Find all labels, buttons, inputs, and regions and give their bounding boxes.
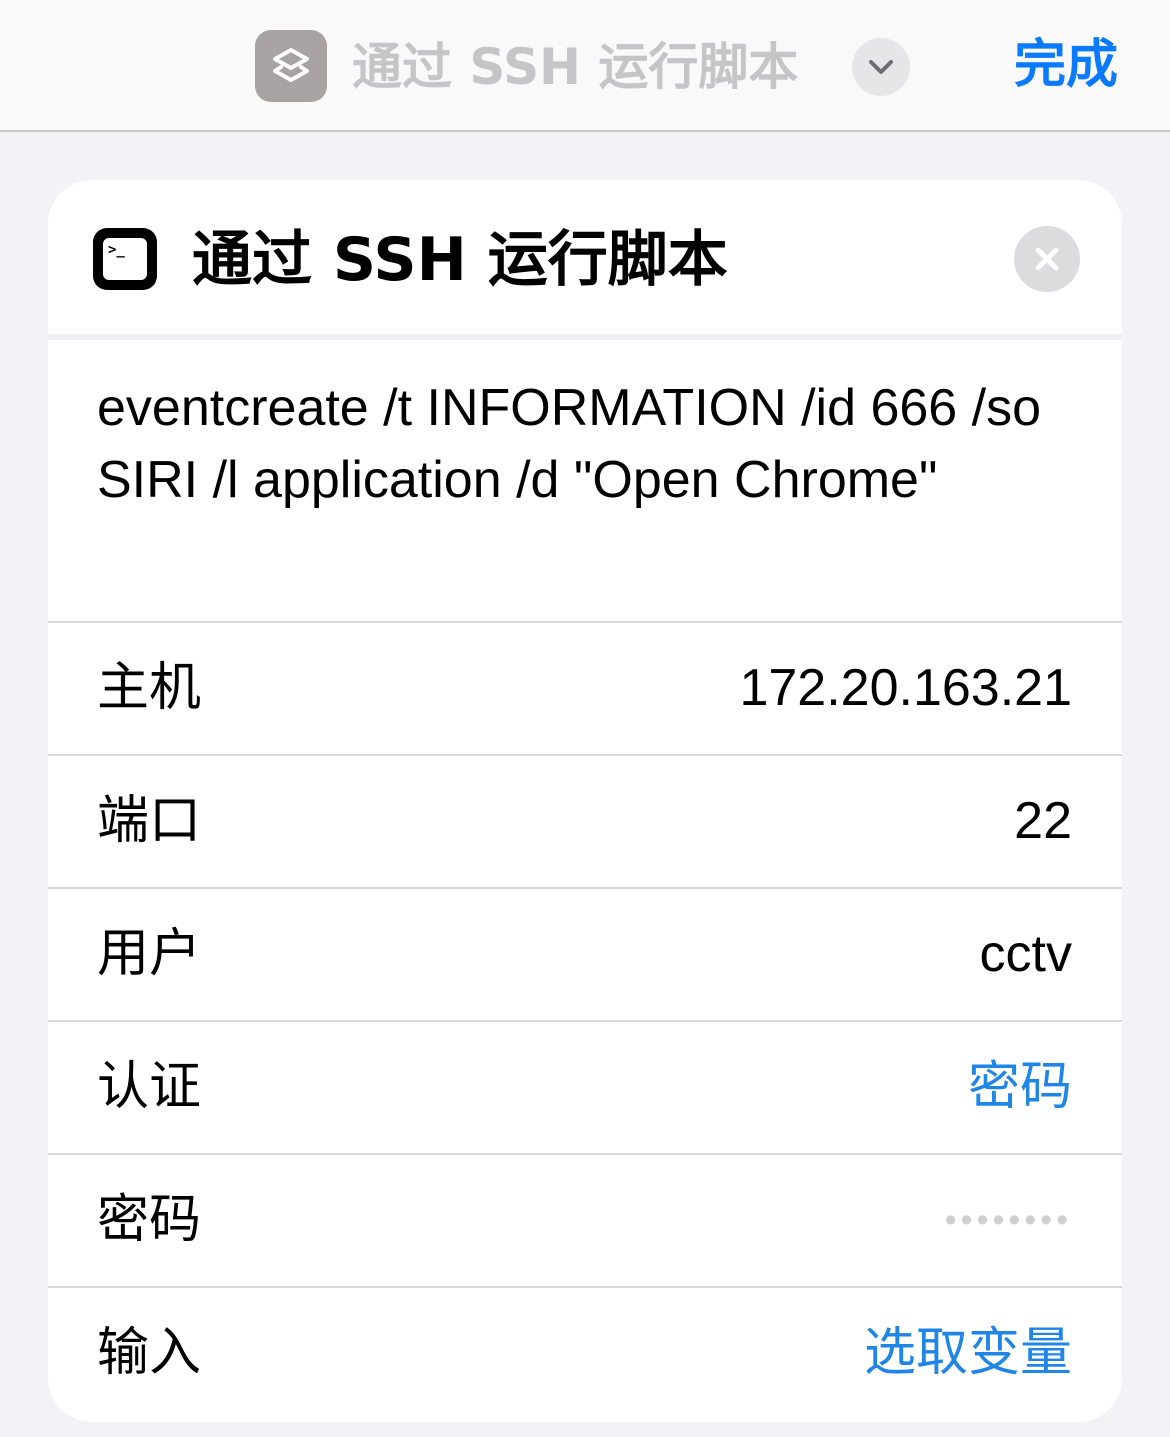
- password-label: 密码: [97, 1190, 202, 1250]
- chevron-down-icon[interactable]: [852, 38, 910, 96]
- port-row[interactable]: 端口 22: [48, 754, 1122, 887]
- close-icon[interactable]: [1014, 226, 1080, 292]
- auth-label: 认证: [97, 1057, 202, 1117]
- host-row[interactable]: 主机 172.20.163.21: [48, 621, 1122, 754]
- shortcut-name[interactable]: 通过 SSH 运行脚本: [352, 32, 798, 102]
- script-text-field[interactable]: eventcreate /t INFORMATION /id 666 /so S…: [97, 372, 1077, 516]
- layers-glyph: [273, 48, 309, 82]
- action-card: >_ 通过 SSH 运行脚本 eventcreate /t INFORMATIO…: [48, 180, 1122, 1422]
- input-row[interactable]: 输入 选取变量: [48, 1286, 1122, 1419]
- terminal-icon: >_: [93, 228, 157, 290]
- terminal-screen: >_: [103, 238, 147, 280]
- shortcuts-layers-icon[interactable]: [255, 30, 327, 102]
- action-header: >_ 通过 SSH 运行脚本: [48, 180, 1122, 334]
- host-value[interactable]: 172.20.163.21: [739, 623, 1072, 754]
- action-title: 通过 SSH 运行脚本: [192, 225, 728, 295]
- user-label: 用户: [97, 924, 202, 984]
- host-label: 主机: [97, 658, 202, 718]
- done-button[interactable]: 完成: [1014, 30, 1118, 100]
- header-divider: [48, 334, 1122, 340]
- auth-row[interactable]: 认证 密码: [48, 1020, 1122, 1153]
- user-row[interactable]: 用户 cctv: [48, 887, 1122, 1020]
- user-value[interactable]: cctv: [980, 889, 1072, 1020]
- port-value[interactable]: 22: [1014, 756, 1072, 887]
- password-field[interactable]: ••••••••: [945, 1155, 1072, 1286]
- password-row[interactable]: 密码 ••••••••: [48, 1153, 1122, 1286]
- auth-method-picker[interactable]: 密码: [968, 1022, 1072, 1153]
- navigation-bar: 通过 SSH 运行脚本 完成: [0, 0, 1170, 132]
- select-variable-button[interactable]: 选取变量: [864, 1288, 1072, 1419]
- port-label: 端口: [97, 791, 202, 851]
- terminal-prompt: >_: [108, 242, 125, 258]
- input-label: 输入: [97, 1323, 202, 1383]
